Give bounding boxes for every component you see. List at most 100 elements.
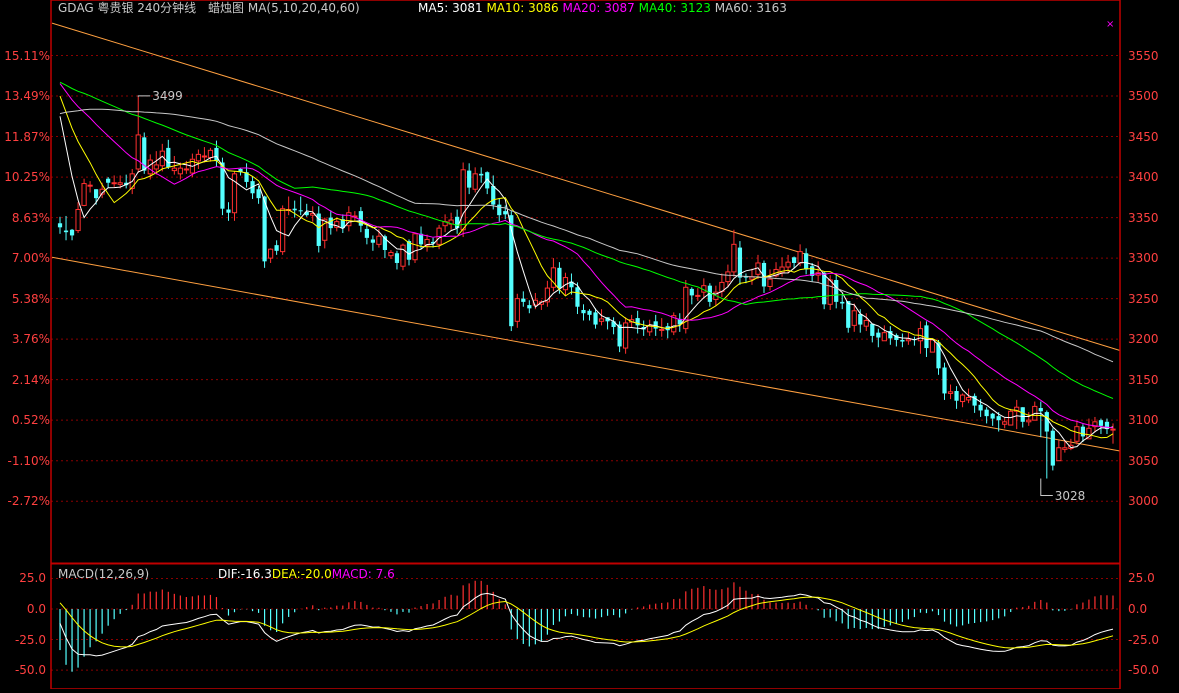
candle <box>1002 417 1008 429</box>
candle-body <box>388 251 394 257</box>
chart-canvas[interactable] <box>0 0 1179 690</box>
candle-body <box>514 298 520 322</box>
chart-area[interactable]: GDAG 粤贵银 240分钟线 蜡烛图 MA(5,10,20,40,60) MA… <box>0 0 1179 690</box>
candle <box>635 310 640 334</box>
candle <box>370 235 376 251</box>
candle-body <box>400 244 406 267</box>
candle <box>1032 401 1038 421</box>
candle-body <box>527 305 532 309</box>
candle <box>569 273 574 295</box>
candle <box>63 215 69 241</box>
candle <box>467 163 472 195</box>
candle-body <box>87 184 93 187</box>
candle <box>460 162 466 238</box>
candle-body <box>316 213 321 246</box>
price-tick-label: 3250 <box>1128 291 1159 306</box>
candle <box>1038 401 1043 438</box>
candle-body <box>942 367 947 394</box>
chart-type-label: 蜡烛图 <box>208 1 245 15</box>
candle-body <box>689 288 694 296</box>
high-price-label: 3499 <box>152 88 183 103</box>
candle <box>1092 416 1098 433</box>
candle-body <box>521 298 526 302</box>
candle-body <box>834 279 839 302</box>
macd-tick-label-right: 0.0 <box>1128 602 1148 616</box>
candle <box>274 240 279 255</box>
candle-body <box>785 261 791 268</box>
macd-value: 7.6 <box>375 567 395 581</box>
candle <box>689 287 694 305</box>
candle <box>959 393 966 408</box>
candle <box>346 206 352 232</box>
candle <box>984 407 989 424</box>
candle <box>544 280 550 307</box>
candle <box>298 196 303 216</box>
candle-body <box>876 332 881 338</box>
candle-body <box>292 208 297 211</box>
candle <box>671 312 677 336</box>
ma10-label: MA10: <box>486 1 525 15</box>
candle <box>262 195 267 268</box>
candle <box>57 216 63 234</box>
candle-body <box>376 235 382 245</box>
candle-body <box>467 170 472 188</box>
channel-upper-line <box>51 22 1121 351</box>
candle-body <box>1008 410 1014 426</box>
dea-value: -20.0 <box>300 567 332 581</box>
candle <box>863 313 869 332</box>
close-mark-icon[interactable]: × <box>1106 19 1114 30</box>
candle <box>587 309 592 321</box>
candle-body <box>917 328 924 342</box>
ma40-line <box>59 81 1114 399</box>
candle-body <box>900 339 905 342</box>
candle <box>611 317 616 335</box>
candle <box>737 241 743 285</box>
macd-tick-label-left: 0.0 <box>26 602 46 616</box>
candle-body <box>929 339 936 353</box>
candle <box>448 212 454 230</box>
low-pointer <box>1040 478 1053 497</box>
grid-lines <box>51 55 1120 671</box>
candle-body <box>990 413 995 419</box>
ma60-label: MA60: <box>714 1 753 15</box>
candle <box>244 163 249 188</box>
chart-border <box>50 0 1121 690</box>
price-tick-label: 3550 <box>1128 48 1159 63</box>
candle <box>1056 440 1062 462</box>
candle-body <box>924 325 929 349</box>
candle <box>858 309 863 333</box>
candle <box>1050 428 1055 471</box>
candle-body <box>984 409 989 417</box>
candle-body <box>1110 428 1116 431</box>
percent-tick-label: 7.00% <box>11 251 50 266</box>
ma-legend: MA5: 3081 MA10: 3086 MA20: 3087 MA40: 31… <box>418 1 787 15</box>
candle <box>286 196 292 216</box>
macd-legend: DIF:-16.3DEA:-20.0MACD: 7.6 <box>218 567 395 581</box>
candle <box>521 291 526 307</box>
price-tick-label: 3050 <box>1128 453 1159 468</box>
candle-body <box>153 164 159 170</box>
candle-body <box>1074 426 1080 442</box>
candle-body <box>63 230 69 233</box>
macd-tick-label-right: 25.0 <box>1128 571 1155 586</box>
candle-body <box>207 149 214 159</box>
candle-body <box>587 310 592 315</box>
price-tick-label: 3500 <box>1128 89 1159 104</box>
candle-body <box>858 314 863 325</box>
candle <box>888 326 893 345</box>
dea-label: DEA: <box>271 567 301 581</box>
candle-body <box>69 229 75 236</box>
candle-body <box>75 208 81 232</box>
candle-body <box>557 267 562 289</box>
percent-tick-label: 0.52% <box>11 413 50 428</box>
candle-body <box>863 320 869 327</box>
candle-body <box>846 301 851 328</box>
candle <box>153 151 159 175</box>
candle <box>581 304 586 321</box>
candle <box>677 313 682 332</box>
channel-lower-line <box>51 256 1121 452</box>
candle-body <box>1062 447 1068 450</box>
candle-body <box>57 223 63 228</box>
candle <box>334 217 340 232</box>
dif-label: DIF: <box>218 567 241 581</box>
